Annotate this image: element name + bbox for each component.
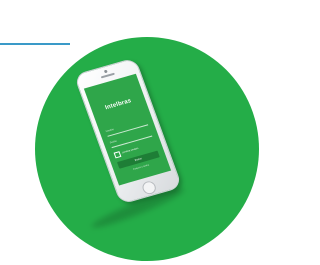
stage: Intelbras Usuário Senha Lembrar usuário … — [0, 0, 263, 265]
remember-checkbox[interactable] — [113, 150, 122, 158]
password-placeholder: Senha — [109, 139, 118, 145]
accent-line — [0, 43, 70, 45]
home-button — [140, 179, 158, 196]
username-placeholder: Usuário — [105, 127, 115, 134]
speaker-grill — [100, 72, 115, 79]
brand-logo: Intelbras — [104, 98, 133, 112]
camera-icon — [103, 69, 108, 74]
remember-label: Lembrar usuário — [121, 147, 139, 154]
